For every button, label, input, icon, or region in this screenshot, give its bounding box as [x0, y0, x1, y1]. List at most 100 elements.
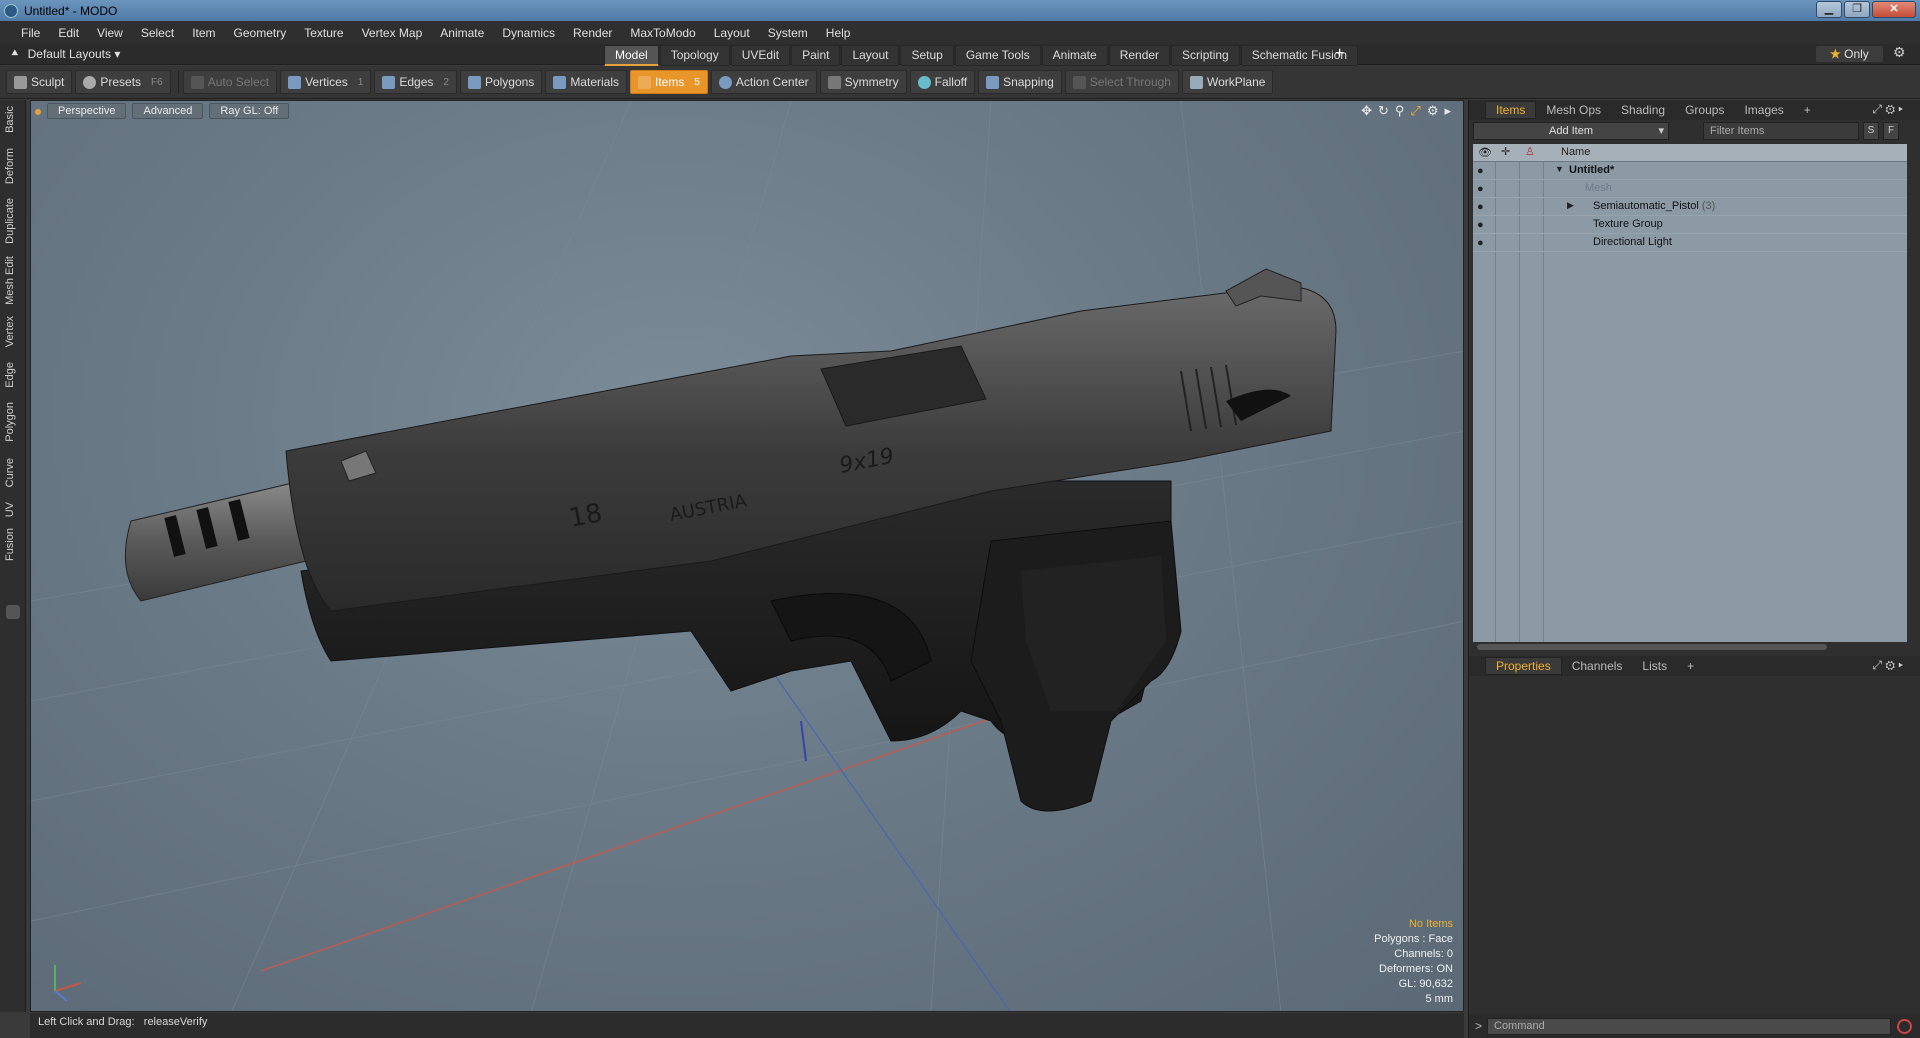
only-toggle[interactable]: ★ Only — [1816, 46, 1883, 62]
tab-items[interactable]: Items — [1485, 101, 1537, 119]
tab-lists[interactable]: Lists — [1632, 658, 1677, 674]
polygons-button[interactable]: Polygons — [459, 70, 543, 94]
close-button[interactable]: ✕ — [1872, 1, 1916, 18]
auto-select-button[interactable]: Auto Select — [182, 70, 278, 94]
maximize-viewport-icon[interactable]: ⤢ — [1410, 103, 1420, 119]
falloff-button[interactable]: Falloff — [909, 70, 976, 94]
tab-basic[interactable]: Basic — [4, 106, 16, 133]
select-through-button[interactable]: Select Through — [1064, 70, 1179, 94]
action-center-button[interactable]: Action Center — [710, 70, 817, 94]
3d-viewport[interactable]: 18 AUSTRIA 9x19 Perspective Advanced Ray… — [30, 100, 1464, 1012]
tab-properties[interactable]: Properties — [1485, 657, 1562, 675]
tree-row-texture-group[interactable]: ● Texture Group — [1473, 216, 1907, 234]
tab-channels[interactable]: Channels — [1562, 658, 1633, 674]
viewport-menu-arrow-icon[interactable]: ▸ — [1444, 103, 1451, 119]
menu-select[interactable]: Select — [132, 26, 183, 40]
tree-row-semiautomatic-pistol[interactable]: ● ▶ Semiautomatic_Pistol (3) — [1473, 198, 1907, 216]
presets-button[interactable]: Presets F6 — [75, 70, 171, 94]
add-panel-tab-button[interactable]: + — [1794, 102, 1821, 118]
collapse-arrow-icon[interactable]: ▼ — [1555, 164, 1564, 174]
properties-options-icons[interactable]: ⤢ ⚙ ▸ — [1862, 657, 1913, 674]
tab-vertex[interactable]: Vertex — [4, 316, 16, 347]
expand-arrow-icon[interactable]: ▶ — [1567, 200, 1574, 211]
menu-vertex-map[interactable]: Vertex Map — [353, 26, 432, 40]
vertices-button[interactable]: Vertices 1 — [280, 70, 372, 94]
tab-paint[interactable]: Paint — [791, 45, 841, 66]
menu-file[interactable]: File — [12, 26, 49, 40]
tab-game-tools[interactable]: Game Tools — [954, 45, 1041, 66]
menu-edit[interactable]: Edit — [49, 26, 88, 40]
view-mode-dropdown[interactable]: Perspective — [47, 103, 127, 119]
name-column-header[interactable]: Name — [1561, 146, 1590, 158]
menu-layout[interactable]: Layout — [705, 26, 759, 40]
menu-texture[interactable]: Texture — [295, 26, 352, 40]
snapping-button[interactable]: Snapping — [978, 70, 1062, 94]
tab-render[interactable]: Render — [1108, 45, 1171, 66]
tab-animate[interactable]: Animate — [1041, 45, 1108, 66]
tab-polygon[interactable]: Polygon — [4, 402, 16, 442]
tab-edge[interactable]: Edge — [4, 362, 16, 388]
scrollbar-thumb[interactable] — [1477, 644, 1827, 650]
add-tab-button[interactable]: + — [1335, 45, 1344, 63]
symmetry-button[interactable]: Symmetry — [819, 70, 907, 94]
maximize-button[interactable]: ❐ — [1844, 1, 1870, 18]
tab-deform[interactable]: Deform — [4, 148, 16, 184]
s-toggle-button[interactable]: S — [1863, 122, 1879, 140]
shading-dropdown[interactable]: Advanced — [132, 103, 204, 119]
visibility-eye-icon[interactable]: ● — [1477, 237, 1484, 249]
edges-button[interactable]: Edges 2 — [374, 70, 457, 94]
tab-uvedit[interactable]: UVEdit — [730, 45, 791, 66]
items-button[interactable]: Items 5 — [630, 70, 708, 94]
menu-dynamics[interactable]: Dynamics — [493, 26, 564, 40]
tab-groups[interactable]: Groups — [1675, 102, 1734, 118]
layout-dropdown[interactable]: Default Layouts ▾ — [28, 47, 121, 61]
tab-shading[interactable]: Shading — [1611, 102, 1675, 118]
panel-options-icons[interactable]: ⤢ ⚙ ▸ — [1862, 101, 1913, 118]
menu-geometry[interactable]: Geometry — [225, 26, 296, 40]
tab-scripting[interactable]: Scripting — [1171, 45, 1240, 66]
menu-help[interactable]: Help — [817, 26, 860, 40]
tab-duplicate[interactable]: Duplicate — [4, 198, 16, 244]
menu-render[interactable]: Render — [564, 26, 621, 40]
visibility-eye-icon[interactable]: ● — [1477, 183, 1484, 195]
gear-icon[interactable]: ⚙ — [1893, 44, 1906, 61]
viewport-settings-icon[interactable]: ⚙ — [1427, 103, 1439, 119]
menu-system[interactable]: System — [759, 26, 817, 40]
tab-uv[interactable]: UV — [4, 502, 16, 517]
menu-maxtomodo[interactable]: MaxToModo — [621, 26, 704, 40]
tab-mesh-ops[interactable]: Mesh Ops — [1536, 102, 1611, 118]
visibility-eye-icon[interactable]: ● — [1477, 219, 1484, 231]
add-properties-tab-button[interactable]: + — [1677, 658, 1704, 674]
tree-row-untitled[interactable]: ● ▼ Untitled* — [1473, 162, 1907, 180]
menu-animate[interactable]: Animate — [431, 26, 493, 40]
raygl-dropdown[interactable]: Ray GL: Off — [209, 103, 290, 119]
menu-item[interactable]: Item — [183, 26, 224, 40]
visibility-eye-icon[interactable]: ● — [1477, 201, 1484, 213]
layout-pin-icon[interactable]: ⯅ — [10, 46, 20, 61]
tab-model[interactable]: Model — [604, 45, 659, 66]
tab-setup[interactable]: Setup — [900, 45, 954, 66]
tab-layout[interactable]: Layout — [841, 45, 900, 66]
panel-toggle-button[interactable] — [6, 605, 20, 619]
minimize-button[interactable]: ▁ — [1816, 1, 1842, 18]
visibility-eye-icon[interactable]: ● — [1477, 165, 1484, 177]
filter-items-input[interactable]: Filter Items — [1703, 122, 1859, 140]
sculpt-button[interactable]: Sculpt — [6, 70, 73, 94]
f-toggle-button[interactable]: F — [1883, 122, 1899, 140]
record-macro-icon[interactable] — [1897, 1019, 1912, 1034]
tab-images[interactable]: Images — [1734, 102, 1793, 118]
tree-row-mesh[interactable]: ● Mesh — [1473, 180, 1907, 198]
materials-button[interactable]: Materials — [545, 70, 627, 94]
menu-view[interactable]: View — [88, 26, 132, 40]
command-input[interactable]: Command — [1487, 1018, 1891, 1035]
add-item-dropdown[interactable]: Add Item — [1473, 122, 1669, 140]
horizontal-scrollbar[interactable] — [1473, 642, 1907, 652]
tab-curve[interactable]: Curve — [4, 458, 16, 487]
zoom-icon[interactable]: ⚲ — [1395, 103, 1405, 119]
tree-row-directional-light[interactable]: ● Directional Light — [1473, 234, 1907, 252]
rotate-icon[interactable]: ↻ — [1378, 103, 1389, 119]
tab-topology[interactable]: Topology — [659, 45, 730, 66]
pan-icon[interactable]: ✥ — [1361, 103, 1372, 119]
tab-mesh-edit[interactable]: Mesh Edit — [4, 256, 16, 305]
workplane-button[interactable]: WorkPlane — [1181, 70, 1274, 94]
